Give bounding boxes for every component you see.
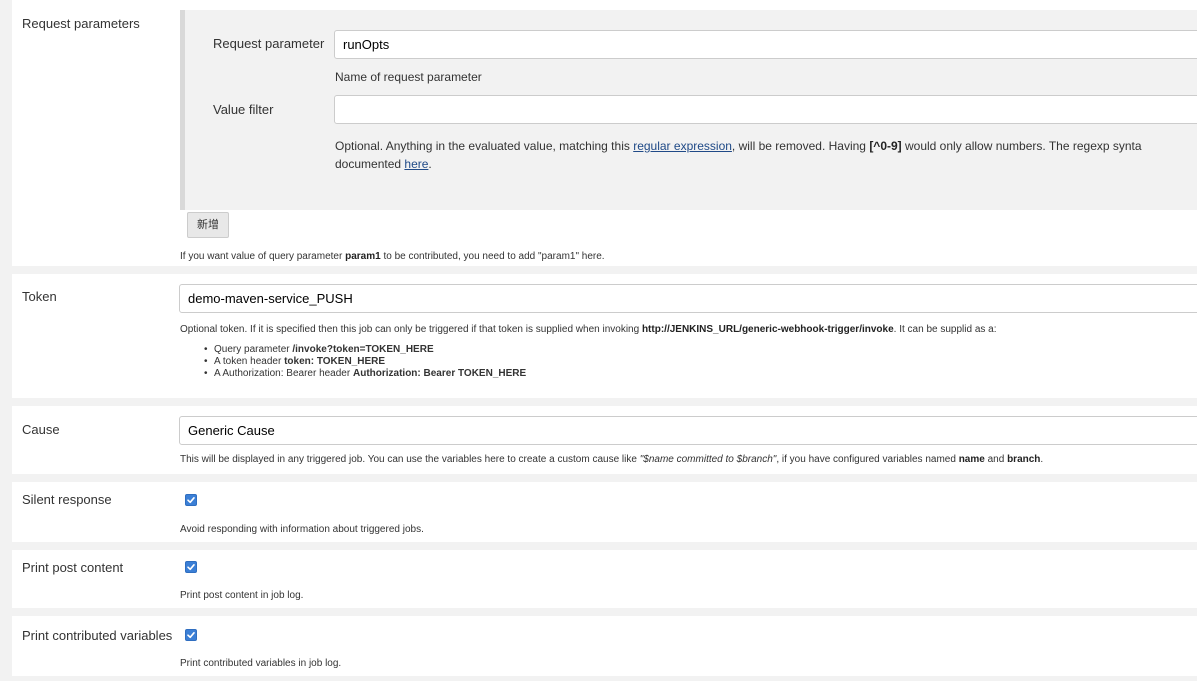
request-parameters-section: Request parameters Request parameter Nam… <box>12 0 1197 266</box>
request-parameter-block: Request parameter Name of request parame… <box>180 10 1197 210</box>
check-icon <box>187 564 195 571</box>
token-help-url: http://JENKINS_URL/generic-webhook-trigg… <box>641 324 894 335</box>
token-help-text-2: . It can be supplid as a: <box>893 324 997 335</box>
request-parameters-help: If you want value of query parameter par… <box>180 251 605 262</box>
check-icon <box>187 632 195 639</box>
cause-help-example: "$name committed to $branch" <box>639 454 777 465</box>
cause-help-name: name <box>958 454 985 465</box>
value-filter-help-bold: [^0-9] <box>869 139 902 153</box>
request-parameters-help-text-2: to be contributed, you need to add "para… <box>380 251 605 262</box>
token-method-item: • Query parameter /invoke?token=TOKEN_HER… <box>204 344 434 355</box>
token-help: Optional token. If it is specified then … <box>180 324 997 335</box>
request-parameters-label: Request parameters <box>22 16 140 31</box>
token-input[interactable] <box>179 284 1197 313</box>
print-post-content-help: Print post content in job log. <box>180 590 304 601</box>
cause-help: This will be displayed in any triggered … <box>180 454 1043 465</box>
documentation-here-link[interactable]: here <box>404 157 428 171</box>
print-contributed-variables-checkbox[interactable] <box>185 629 197 641</box>
silent-response-section: Silent response Avoid responding with in… <box>12 482 1197 542</box>
add-parameter-button[interactable]: 新增 <box>187 212 229 238</box>
jenkins-trigger-config: Request parameters Request parameter Nam… <box>0 0 1197 681</box>
print-contributed-variables-section: Print contributed variables Print contri… <box>12 616 1197 676</box>
regular-expression-link[interactable]: regular expression <box>633 139 732 153</box>
cause-input[interactable] <box>179 416 1197 445</box>
value-filter-help-text-4: documented <box>335 157 405 171</box>
silent-response-help: Avoid responding with information about … <box>180 524 424 535</box>
print-contributed-variables-label: Print contributed variables <box>22 628 173 643</box>
token-method-item: • A Authorization: Bearer header Authoriz… <box>204 368 527 379</box>
token-help-text-1: Optional token. If it is specified then … <box>180 324 642 335</box>
print-post-content-checkbox[interactable] <box>185 561 197 573</box>
request-parameter-help: Name of request parameter <box>335 70 482 84</box>
cause-label: Cause <box>22 422 60 437</box>
print-contributed-variables-help: Print contributed variables in job log. <box>180 658 342 669</box>
cause-help-text-4: . <box>1040 454 1044 465</box>
value-filter-help-text-3: would only allow numbers. The regexp syn… <box>901 139 1142 153</box>
value-filter-help-text-2: , will be removed. Having <box>731 139 870 153</box>
cause-help-text-1: This will be displayed in any triggered … <box>180 454 640 465</box>
token-label: Token <box>22 289 57 304</box>
print-post-content-label: Print post content <box>22 560 124 575</box>
token-methods-list: • Query parameter /invoke?token=TOKEN_HER… <box>204 344 526 380</box>
cause-help-text-3: and <box>984 454 1008 465</box>
silent-response-checkbox[interactable] <box>185 494 197 506</box>
request-parameter-field-label: Request parameter <box>213 36 325 51</box>
cause-section: Cause This will be displayed in any trig… <box>12 406 1197 474</box>
value-filter-input[interactable] <box>334 95 1197 124</box>
value-filter-help-text-5: . <box>428 157 432 171</box>
cause-help-text-2: , if you have configured variables named <box>776 454 959 465</box>
value-filter-help: Optional. Anything in the evaluated valu… <box>335 137 1142 173</box>
print-post-content-section: Print post content Print post content in… <box>12 550 1197 608</box>
token-section: Token Optional token. If it is specified… <box>12 274 1197 398</box>
check-icon <box>187 497 195 504</box>
token-method-item: • A token header token: TOKEN_HERE <box>204 356 386 367</box>
silent-response-label: Silent response <box>22 492 112 507</box>
value-filter-help-text-1: Optional. Anything in the evaluated valu… <box>335 139 634 153</box>
cause-help-branch: branch <box>1007 454 1041 465</box>
request-parameters-help-bold: param1 <box>345 251 381 262</box>
value-filter-label: Value filter <box>213 102 274 117</box>
request-parameter-input[interactable] <box>334 30 1197 59</box>
request-parameters-help-text-1: If you want value of query parameter <box>180 251 346 262</box>
